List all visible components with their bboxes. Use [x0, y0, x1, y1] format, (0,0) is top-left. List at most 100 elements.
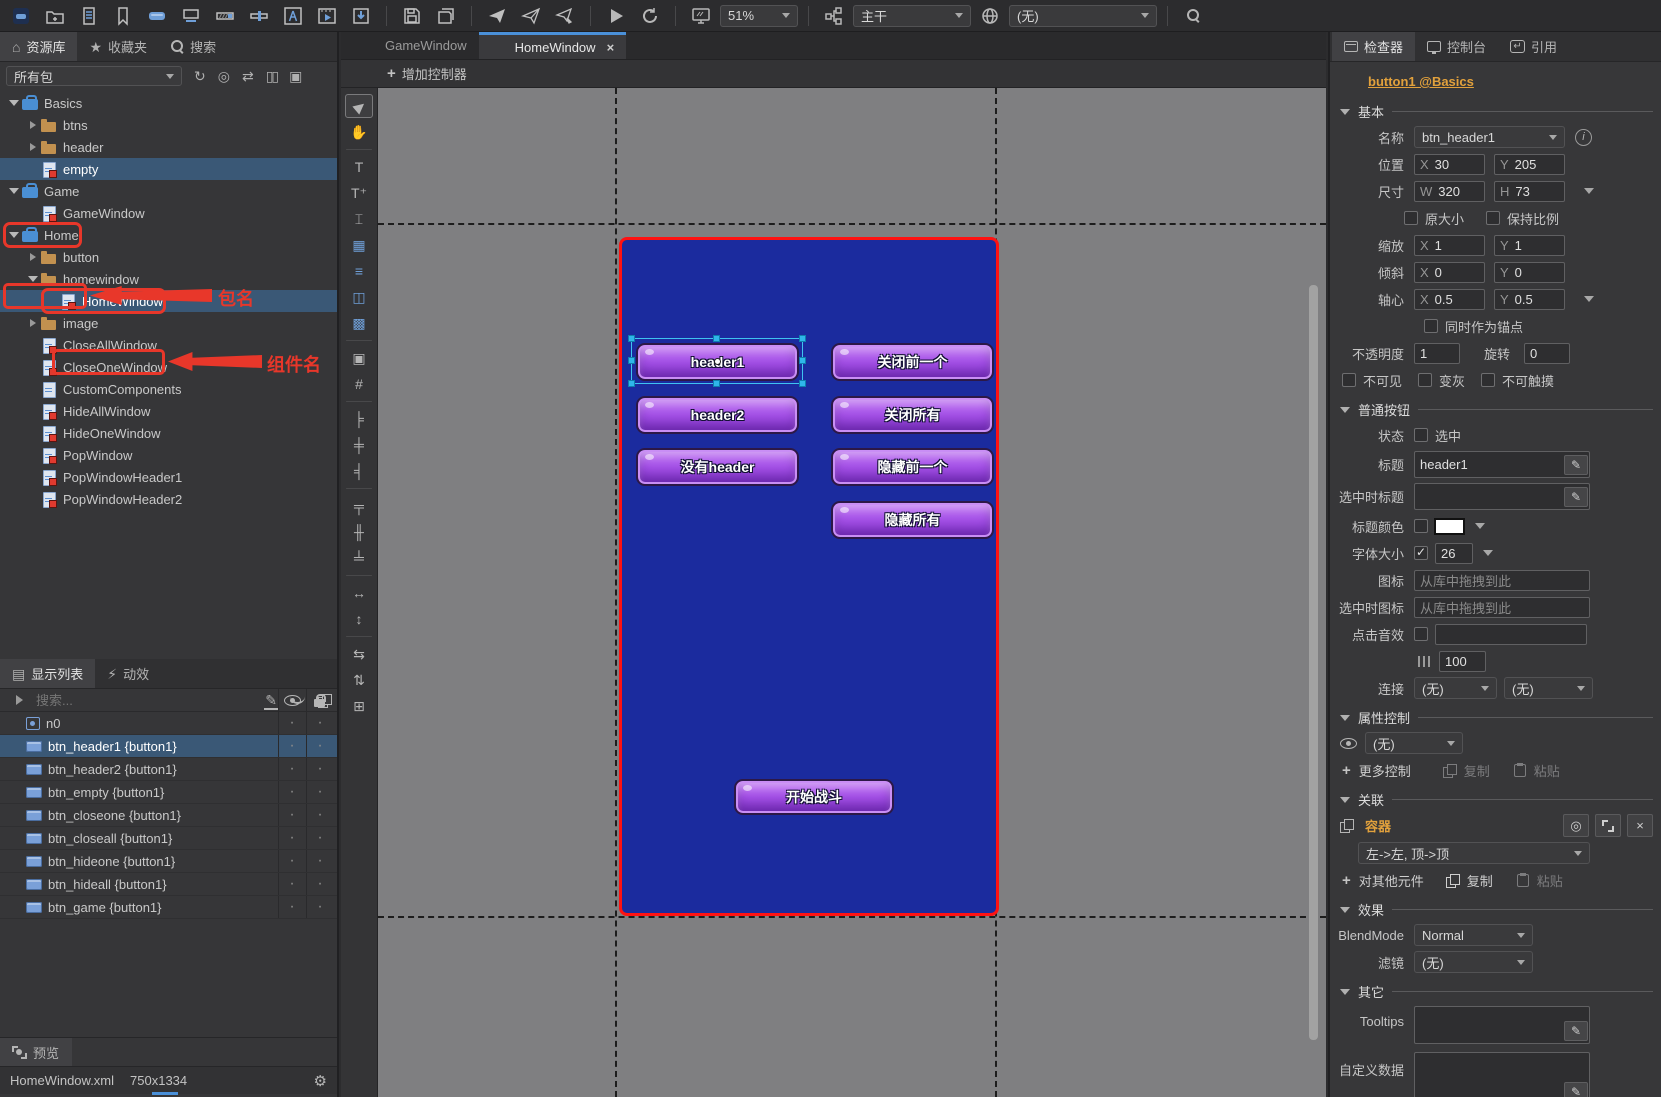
visibility-toggle[interactable]	[278, 827, 306, 849]
filter-select[interactable]: (无)	[1414, 951, 1533, 973]
name-select[interactable]: btn_header1	[1414, 126, 1565, 148]
expand-arrow-icon[interactable]	[6, 184, 22, 199]
stage-button[interactable]: 关闭前一个	[831, 343, 994, 381]
resize-handle[interactable]	[628, 357, 635, 364]
add-relation-button[interactable]: 对其他元件	[1359, 871, 1424, 890]
edit-icon[interactable]: ✎	[1564, 1021, 1588, 1041]
display-list-search-input[interactable]	[36, 693, 156, 708]
icon-drop-field[interactable]: 从库中拖拽到此	[1414, 570, 1590, 591]
expand-arrow-icon[interactable]	[25, 143, 41, 151]
visibility-toggle[interactable]	[278, 850, 306, 872]
hand-tool[interactable]: ✋	[345, 120, 373, 144]
tab-search[interactable]: 搜索	[159, 32, 228, 61]
edit-icon[interactable]: ✎	[1564, 1082, 1588, 1097]
component-stage[interactable]: header1 header2 没有header 关闭前一个 关闭所有 隐藏前一…	[619, 237, 999, 916]
bookmark-button[interactable]	[108, 3, 138, 29]
lock-toggle[interactable]	[306, 850, 334, 872]
lock-toggle[interactable]	[306, 758, 334, 780]
align-left-tool[interactable]: ╞	[345, 407, 373, 431]
lock-toggle[interactable]	[306, 781, 334, 803]
tree-item[interactable]: button	[0, 246, 337, 268]
copy-button[interactable]: 复制	[1464, 761, 1490, 780]
expand-arrow-icon[interactable]	[25, 319, 41, 327]
lock-toggle[interactable]	[306, 735, 334, 757]
chevron-down-icon[interactable]	[1483, 550, 1493, 561]
section-effects[interactable]: 效果	[1340, 900, 1653, 919]
expand-arrow-icon[interactable]	[6, 228, 22, 243]
same-width-tool[interactable]: ↔	[345, 581, 373, 605]
same-height-tool[interactable]: ↕	[345, 607, 373, 631]
edit-icon[interactable]: ✎	[1564, 455, 1588, 475]
section-basic[interactable]: 基本	[1340, 102, 1653, 121]
save-button[interactable]	[397, 3, 427, 29]
tab-display-list[interactable]: ▤ 显示列表	[0, 659, 95, 688]
align-center-tool[interactable]: ╪	[345, 433, 373, 457]
align-top-tool[interactable]: ╤	[345, 494, 373, 518]
edit-icon[interactable]: ✎	[265, 693, 277, 707]
text-widget-button[interactable]	[278, 3, 308, 29]
copy-icon[interactable]	[1446, 874, 1459, 887]
display-list-item[interactable]: btn_hideone {button1}	[0, 850, 337, 873]
resize-handle[interactable]	[713, 335, 720, 342]
tab-homewindow[interactable]: HomeWindow ×	[479, 32, 627, 59]
checked-checkbox[interactable]	[1414, 428, 1428, 442]
tree-item[interactable]: HideAllWindow	[0, 400, 337, 422]
transform-tool[interactable]: #	[345, 372, 373, 396]
grid-tool[interactable]: ⊞	[345, 694, 373, 718]
panels-icon[interactable]: ▣	[289, 69, 302, 83]
add-controller-button[interactable]: 增加控制器	[402, 64, 467, 83]
paste-icon[interactable]	[1517, 874, 1529, 887]
stage-button[interactable]: 隐藏所有	[831, 501, 994, 539]
lock-toggle[interactable]	[306, 804, 334, 826]
gear-icon[interactable]: ⚙	[314, 1072, 327, 1090]
tree-item[interactable]: HideOneWindow	[0, 422, 337, 444]
blendmode-select[interactable]: Normal	[1414, 924, 1533, 946]
tree-item[interactable]: Game	[0, 180, 337, 202]
original-size-checkbox[interactable]	[1404, 211, 1418, 225]
display-list-item[interactable]: btn_header1 {button1}	[0, 735, 337, 758]
skew-y-field[interactable]: Y0	[1494, 262, 1565, 283]
tree-item[interactable]: Home	[0, 224, 337, 246]
display-list-item[interactable]: n0	[0, 712, 337, 735]
pivot-x-field[interactable]: X0.5	[1414, 289, 1485, 310]
size-h-field[interactable]: H73	[1494, 181, 1565, 202]
tab-library[interactable]: ⌂ 资源库	[0, 32, 77, 61]
richtext-tool[interactable]: T⁺	[345, 181, 373, 205]
display-list-item[interactable]: btn_game {button1}	[0, 896, 337, 919]
visibility-toggle[interactable]	[278, 804, 306, 826]
tree-item[interactable]: Basics	[0, 92, 337, 114]
button-widget-button[interactable]	[142, 3, 172, 29]
slider-widget-button[interactable]	[244, 3, 274, 29]
edit-icon[interactable]: ✎	[1564, 487, 1588, 507]
info-icon[interactable]: i	[1575, 129, 1592, 146]
anchor-checkbox[interactable]	[1424, 319, 1438, 333]
refresh-icon[interactable]: ↻	[194, 69, 206, 83]
visibility-toggle[interactable]	[278, 873, 306, 895]
visibility-toggle[interactable]	[278, 712, 306, 734]
text-tool[interactable]: T	[345, 155, 373, 179]
pivot-y-field[interactable]: Y0.5	[1494, 289, 1565, 310]
section-misc[interactable]: 其它	[1340, 982, 1653, 1001]
tree-item[interactable]: PopWindowHeader2	[0, 488, 337, 510]
paste-button[interactable]: 粘贴	[1537, 871, 1563, 890]
rotation-field[interactable]: 0	[1524, 343, 1570, 364]
label-widget-button[interactable]	[176, 3, 206, 29]
tab-preview[interactable]: 预览	[0, 1038, 72, 1066]
lock-toggle[interactable]	[306, 827, 334, 849]
tool-button[interactable]	[346, 575, 372, 576]
import-button[interactable]	[346, 3, 376, 29]
tree-item[interactable]: GameWindow	[0, 202, 337, 224]
restart-button[interactable]	[635, 3, 665, 29]
chevron-down-icon[interactable]	[1475, 523, 1485, 534]
link-select-2[interactable]: (无)	[1504, 677, 1593, 699]
title-color-swatch[interactable]	[1434, 518, 1465, 535]
tab-references[interactable]: ↵ 引用	[1498, 32, 1569, 61]
stage-button-start-battle[interactable]: 开始战斗	[734, 779, 894, 815]
lock-toggle[interactable]	[306, 873, 334, 895]
zoom-select[interactable]: 51%	[720, 5, 798, 27]
align-middle-tool[interactable]: ╫	[345, 520, 373, 544]
h-spacing-tool[interactable]: ⇆	[345, 642, 373, 666]
movieclip-widget-button[interactable]	[312, 3, 342, 29]
resize-handle[interactable]	[628, 335, 635, 342]
graph-tool[interactable]: ◫	[345, 285, 373, 309]
